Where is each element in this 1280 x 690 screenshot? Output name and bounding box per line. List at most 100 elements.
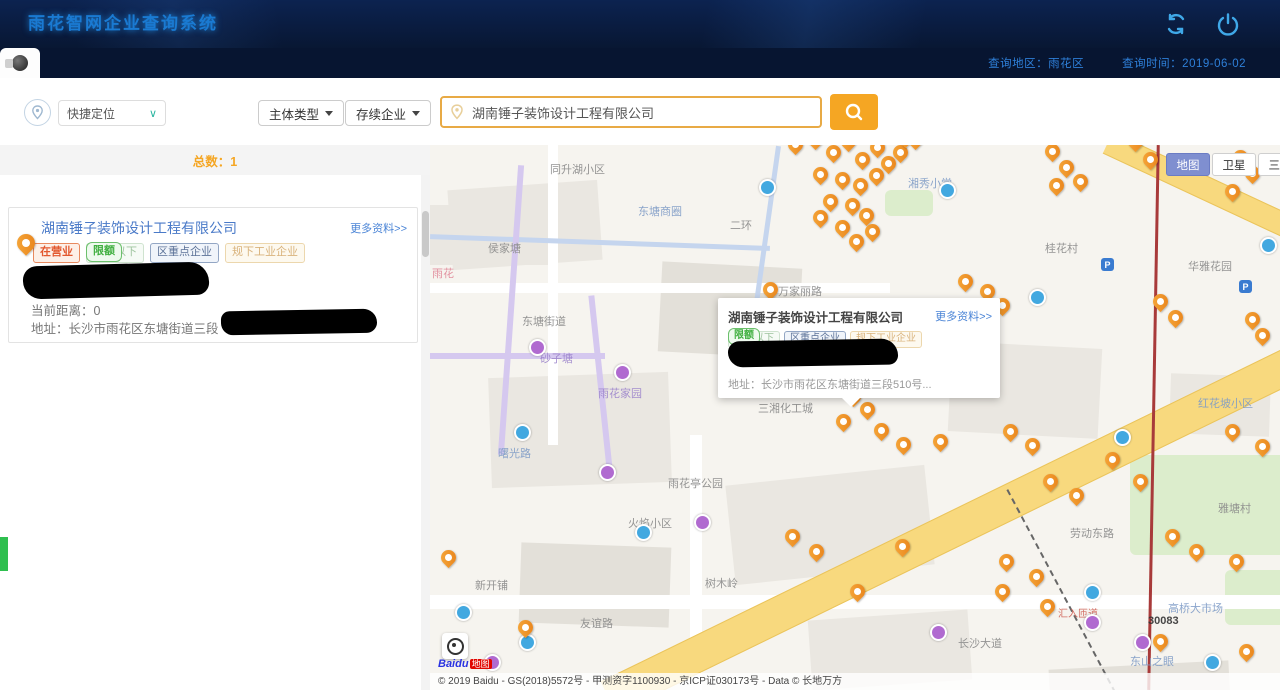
parking-icon[interactable]: P [1239, 280, 1252, 293]
map-marker-pin[interactable] [996, 551, 1017, 572]
entity-type-label: 主体类型 [269, 104, 319, 123]
poi-blue-icon[interactable] [1029, 289, 1046, 306]
search-button[interactable] [830, 94, 878, 130]
target-icon [447, 638, 464, 655]
more-details-link[interactable]: 更多资料>> [350, 220, 407, 236]
poi-blue-icon[interactable] [1260, 237, 1277, 254]
redaction-blob [221, 309, 377, 336]
map-label: 二环 [730, 217, 752, 233]
map-marker-pin[interactable] [820, 191, 841, 212]
map-marker-pin[interactable] [1042, 145, 1063, 162]
entity-type-dropdown[interactable]: 主体类型 [258, 100, 344, 126]
map-type-button-三维[interactable]: 三维 [1258, 153, 1280, 176]
map-marker-pin[interactable] [832, 217, 853, 238]
map-label: 曙光路 [498, 445, 531, 461]
popup-company-title[interactable]: 湖南锤子装饰设计工程有限公司 [728, 307, 903, 326]
map-type-controls: 地图卫星三维 [1166, 153, 1280, 176]
poi-purple-icon[interactable] [1134, 634, 1151, 651]
poi-blue-icon[interactable] [514, 424, 531, 441]
map-marker-pin[interactable] [1026, 566, 1047, 587]
poi-blue-icon[interactable] [1114, 429, 1131, 446]
map-marker-pin[interactable] [1150, 631, 1171, 652]
map-marker-pin[interactable] [1236, 641, 1257, 662]
header-bar: 雨花智网企业查询系统 [0, 0, 1280, 48]
poi-blue-icon[interactable] [455, 604, 472, 621]
app-title: 雨花智网企业查询系统 [28, 0, 218, 48]
map-marker-pin[interactable] [852, 149, 873, 170]
locate-button[interactable] [442, 633, 468, 659]
map-info-popup[interactable]: 湖南锤子装饰设计工程有限公司 更多资料>> 限额规模以下区重点企业规下工业企业 … [718, 298, 1000, 398]
map-marker-pin[interactable] [1165, 307, 1186, 328]
results-panel: 总数：1 湖南锤子装饰设计工程有限公司 更多资料>> 在营业限额规模以下区重点企… [0, 145, 430, 690]
app-window: 雨花智网企业查询系统 查询地区：雨花区 查询时间：2019-06-02 快捷定位… [0, 0, 1280, 690]
map-marker-pin[interactable] [832, 169, 853, 190]
map-marker-pin[interactable] [833, 411, 854, 432]
poi-purple-icon[interactable] [1084, 614, 1101, 631]
map-marker-pin[interactable] [1022, 435, 1043, 456]
map-marker-pin[interactable] [805, 145, 826, 150]
query-time-label: 查询时间：2019-06-02 [1122, 55, 1246, 71]
map-marker-pin[interactable] [846, 231, 867, 252]
map-marker-pin[interactable] [438, 547, 459, 568]
poi-blue-icon[interactable] [635, 524, 652, 541]
quick-locate-select[interactable]: 快捷定位 ∨ [58, 100, 166, 126]
active-tab[interactable] [0, 48, 40, 78]
poi-purple-icon[interactable] [614, 364, 631, 381]
map-copyright: © 2019 Baidu - GS(2018)5572号 - 甲测资字11009… [430, 673, 1280, 690]
map-marker-pin[interactable] [1252, 325, 1273, 346]
map-label: 三湘化工城 [758, 400, 813, 416]
map-label: 30083 [1148, 615, 1179, 627]
map-label: 华雅花园 [1188, 258, 1232, 274]
poi-blue-icon[interactable] [939, 182, 956, 199]
map-marker-pin[interactable] [810, 164, 831, 185]
magnifier-icon [844, 102, 864, 122]
map-label: 侯家塘 [488, 240, 521, 256]
map-marker-pin[interactable] [785, 145, 806, 155]
map-label: 万家丽路 [778, 283, 822, 299]
map-label: 友谊路 [580, 615, 613, 631]
map-label: 同升湖小区 [550, 161, 605, 177]
map-label: 高桥大市场 [1168, 600, 1223, 616]
results-total: 总数：1 [0, 145, 430, 175]
poi-blue-icon[interactable] [1084, 584, 1101, 601]
poi-purple-icon[interactable] [599, 464, 616, 481]
map-marker-pin[interactable] [955, 271, 976, 292]
map-type-button-卫星[interactable]: 卫星 [1212, 153, 1256, 176]
map-label: 雅塘村 [1218, 500, 1251, 516]
map-marker-pin[interactable] [850, 175, 871, 196]
map-marker-pin[interactable] [1046, 175, 1067, 196]
side-feedback-tab[interactable] [0, 537, 8, 571]
map-marker-pin[interactable] [823, 145, 844, 163]
poi-blue-icon[interactable] [759, 179, 776, 196]
map-type-button-地图[interactable]: 地图 [1166, 153, 1210, 176]
map-marker-pin[interactable] [893, 434, 914, 455]
status-dropdown[interactable]: 存续企业 [345, 100, 431, 126]
map-marker-pin[interactable] [930, 431, 951, 452]
poi-purple-icon[interactable] [694, 514, 711, 531]
map-canvas[interactable]: 同升湖小区侯家塘东塘商圈二环湘秀小学桂花村华雅花园东塘街道万家丽路砂子塘雨花家园… [430, 145, 1280, 690]
panel-scrollbar[interactable] [421, 175, 430, 690]
poi-blue-icon[interactable] [519, 634, 536, 651]
popup-more-link[interactable]: 更多资料>> [935, 308, 992, 324]
map-label: 砂子塘 [540, 350, 573, 366]
filter-toolbar: 快捷定位 ∨ 主体类型 存续企业 [0, 78, 1280, 145]
poi-blue-icon[interactable] [1204, 654, 1221, 671]
power-icon[interactable] [1216, 12, 1240, 36]
map-marker-pin[interactable] [1252, 436, 1273, 457]
tab-favicon-icon [12, 55, 28, 71]
poi-purple-icon[interactable] [529, 339, 546, 356]
map-marker-pin[interactable] [1070, 171, 1091, 192]
map-label: 桂花村 [1045, 240, 1078, 256]
poi-purple-icon[interactable] [930, 624, 947, 641]
map-marker-pin[interactable] [1056, 157, 1077, 178]
result-card[interactable]: 湖南锤子装饰设计工程有限公司 更多资料>> 在营业限额规模以下区重点企业规下工业… [8, 207, 418, 343]
parking-icon[interactable]: P [1101, 258, 1114, 271]
search-input[interactable] [470, 104, 812, 121]
sync-icon[interactable] [1164, 12, 1188, 36]
caret-down-icon [325, 111, 333, 116]
map-marker-pin[interactable] [857, 399, 878, 420]
map-marker-pin[interactable] [871, 420, 892, 441]
caret-down-icon [412, 111, 420, 116]
company-title[interactable]: 湖南锤子装饰设计工程有限公司 [41, 218, 237, 238]
map-marker-pin[interactable] [905, 145, 926, 150]
